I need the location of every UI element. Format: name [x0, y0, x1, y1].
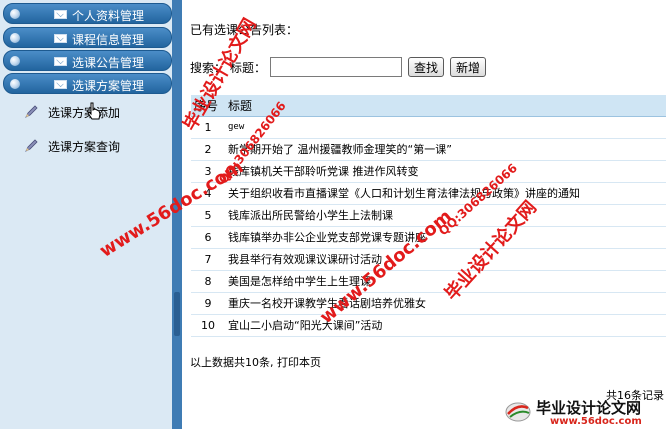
globe-logo-icon	[505, 402, 531, 422]
row-number: 4	[191, 182, 225, 205]
table-row[interactable]: 9 重庆一名校开课教学生看话剧培养优雅女	[191, 292, 666, 315]
search-label: 搜索：	[190, 60, 227, 75]
notice-title-link[interactable]: 宜山二小启动“阳光大课间”活动	[225, 314, 666, 337]
row-number: 10	[191, 314, 225, 337]
notice-title-link[interactable]: 钱库镇机关干部聆听党课 推进作风转变	[225, 160, 666, 183]
mail-icon	[54, 34, 67, 43]
pencil-icon	[25, 105, 38, 118]
title-search-input[interactable]	[270, 57, 403, 77]
brand-logo: 毕业设计论文网 www.56doc.com	[500, 396, 666, 429]
sidebar-item-plan-query[interactable]: 选课方案查询	[24, 138, 120, 156]
row-number: 8	[191, 270, 225, 293]
menu-label: 个人资料管理	[72, 9, 145, 23]
table-row[interactable]: 2 新学期开始了 温州援疆教师金理笑的“第一课”	[191, 138, 666, 161]
table-row[interactable]: 7 我县举行有效观课议课研讨活动	[191, 248, 666, 271]
add-button[interactable]: 新增	[450, 57, 487, 77]
bullet-icon	[10, 9, 20, 19]
row-number: 3	[191, 160, 225, 183]
notice-table: 序号 标题 1 gew 2 新学期开始了 温州援疆教师金理笑的“第一课” 3 钱库镇机…	[191, 95, 666, 337]
row-number: 2	[191, 138, 225, 161]
bullet-icon	[10, 33, 20, 43]
table-row[interactable]: 4 关于组织收看市直播课堂《人口和计划生育法律法规与政策》讲座的通知	[191, 182, 666, 205]
summary-text: 以上数据共10条, 打印本页	[190, 356, 321, 369]
notice-title-link[interactable]: gew	[225, 116, 666, 139]
menu-label: 课程信息管理	[72, 33, 145, 47]
menu-label: 选课方案管理	[72, 79, 145, 93]
sidebar-item-plan-add[interactable]: 选课方案添加	[24, 104, 120, 122]
notice-title-link[interactable]: 我县举行有效观课议课研讨活动	[225, 248, 666, 271]
menu-course-info[interactable]: 课程信息管理	[3, 27, 172, 48]
row-number: 5	[191, 204, 225, 227]
mail-icon	[54, 10, 67, 19]
table-row[interactable]: 3 钱库镇机关干部聆听党课 推进作风转变	[191, 160, 666, 183]
notice-title-link[interactable]: 关于组织收看市直播课堂《人口和计划生育法律法规与政策》讲座的通知	[225, 182, 666, 205]
sidebar-item-label: 选课方案添加	[48, 106, 121, 120]
sidebar-item-label: 选课方案查询	[48, 140, 121, 154]
table-row[interactable]: 8 美国是怎样给中学生上生理课	[191, 270, 666, 293]
row-number: 1	[191, 116, 225, 139]
table-header-row: 序号 标题	[191, 95, 666, 117]
mail-icon	[54, 57, 67, 66]
splitter-grip[interactable]	[174, 292, 180, 336]
sidebar-splitter[interactable]	[172, 0, 182, 429]
menu-label: 选课公告管理	[72, 56, 145, 70]
column-header-num: 序号	[191, 95, 225, 117]
brand-title: 毕业设计论文网	[536, 399, 642, 417]
row-number: 7	[191, 248, 225, 271]
table-row[interactable]: 5 钱库派出所民警给小学生上法制课	[191, 204, 666, 227]
bullet-icon	[10, 79, 20, 89]
menu-personal-info[interactable]: 个人资料管理	[3, 3, 172, 24]
hand-cursor-icon	[87, 102, 101, 120]
notice-title-link[interactable]: 美国是怎样给中学生上生理课	[225, 270, 666, 293]
pencil-icon	[25, 139, 38, 152]
notice-title-link[interactable]: 钱库镇举办非公企业党支部党课专题讲座	[225, 226, 666, 249]
menu-course-notice[interactable]: 选课公告管理	[3, 50, 172, 71]
notice-title-link[interactable]: 新学期开始了 温州援疆教师金理笑的“第一课”	[225, 138, 666, 161]
table-row[interactable]: 1 gew	[191, 116, 666, 139]
mail-icon	[54, 80, 67, 89]
row-number: 6	[191, 226, 225, 249]
sidebar: 个人资料管理 课程信息管理 选课公告管理 选课方案管理 选课方案添加 选课方案查…	[0, 0, 172, 429]
column-header-title: 标题	[225, 95, 666, 117]
row-number: 9	[191, 292, 225, 315]
notice-title-link[interactable]: 钱库派出所民警给小学生上法制课	[225, 204, 666, 227]
table-row[interactable]: 6 钱库镇举办非公企业党支部党课专题讲座	[191, 226, 666, 249]
search-button[interactable]: 查找	[408, 57, 445, 77]
notice-title-link[interactable]: 重庆一名校开课教学生看话剧培养优雅女	[225, 292, 666, 315]
title-field-label: 标题：	[230, 60, 267, 75]
menu-course-plan[interactable]: 选课方案管理	[3, 73, 172, 94]
bullet-icon	[10, 56, 20, 66]
main-panel: 已有选课公告列表： 搜索： 标题： 查找 新增 序号 标题 1 gew 2 新学期开…	[182, 0, 670, 429]
table-row[interactable]: 10 宜山二小启动“阳光大课间”活动	[191, 314, 666, 337]
page-heading: 已有选课公告列表：	[190, 23, 299, 37]
brand-url: www.56doc.com	[550, 416, 642, 427]
search-bar: 搜索： 标题： 查找 新增	[190, 56, 492, 78]
